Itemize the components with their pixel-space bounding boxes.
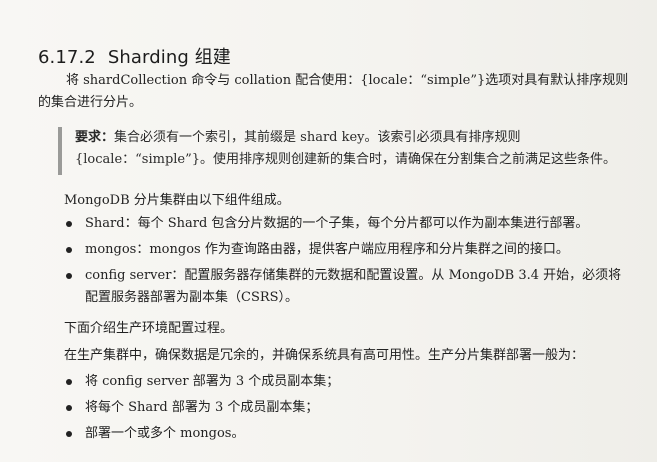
bullet-icon: [66, 221, 72, 227]
component-list: Shard：每个 Shard 包含分片数据的一个子集，每个分片都可以作为副本集进…: [64, 213, 634, 313]
bullet-icon: [66, 431, 72, 437]
bullet-icon: [66, 247, 72, 253]
bullet-icon: [66, 379, 72, 385]
production-detail: 在生产集群中，确保数据是冗余的，并确保系统具有高可用性。生产分片集群部署一般为：: [64, 348, 585, 363]
document-page: 6.17.2 Sharding 组建 将 shardCollection 命令与 …: [0, 0, 657, 462]
list-item: 部署一个或多个 mongos。: [64, 423, 634, 445]
section-heading: 6.17.2 Sharding 组建: [38, 43, 231, 69]
list-item-text: config server：配置服务器存储集群的元数据和配置设置。从 Mongo…: [85, 268, 622, 305]
list-item-text: 将每个 Shard 部署为 3 个成员副本集；: [85, 400, 319, 415]
list-item: config server：配置服务器存储集群的元数据和配置设置。从 Mongo…: [64, 265, 634, 309]
bullet-icon: [66, 273, 72, 279]
list-item: Shard：每个 Shard 包含分片数据的一个子集，每个分片都可以作为副本集进…: [64, 213, 634, 235]
note-label: 要求：: [75, 130, 115, 145]
list-item-text: Shard：每个 Shard 包含分片数据的一个子集，每个分片都可以作为副本集进…: [85, 216, 589, 231]
bullet-icon: [66, 405, 72, 411]
section-number: 6.17.2: [38, 46, 96, 68]
list-item-text: 将 config server 部署为 3 个成员副本集；: [85, 374, 340, 389]
note-text: 集合必须有一个索引，其前缀是 shard key。该索引必须具有排序规则{loc…: [75, 130, 617, 167]
section-title: Sharding 组建: [107, 46, 231, 68]
components-intro: MongoDB 分片集群由以下组件组成。: [64, 193, 290, 208]
requirement-note: 要求：集合必须有一个索引，其前缀是 shard key。该索引必须具有排序规则{…: [58, 127, 655, 175]
list-item: 将每个 Shard 部署为 3 个成员副本集；: [64, 397, 634, 419]
list-item-text: mongos：mongos 作为查询路由器，提供客户端应用程序和分片集群之间的接…: [85, 242, 569, 257]
list-item: mongos：mongos 作为查询路由器，提供客户端应用程序和分片集群之间的接…: [64, 239, 634, 261]
list-item: 将 config server 部署为 3 个成员副本集；: [64, 371, 634, 393]
deployment-list: 将 config server 部署为 3 个成员副本集； 将每个 Shard …: [64, 371, 634, 449]
intro-paragraph: 将 shardCollection 命令与 collation 配合使用：{lo…: [38, 73, 629, 110]
production-intro: 下面介绍生产环境配置过程。: [64, 321, 234, 336]
list-item-text: 部署一个或多个 mongos。: [85, 426, 245, 441]
